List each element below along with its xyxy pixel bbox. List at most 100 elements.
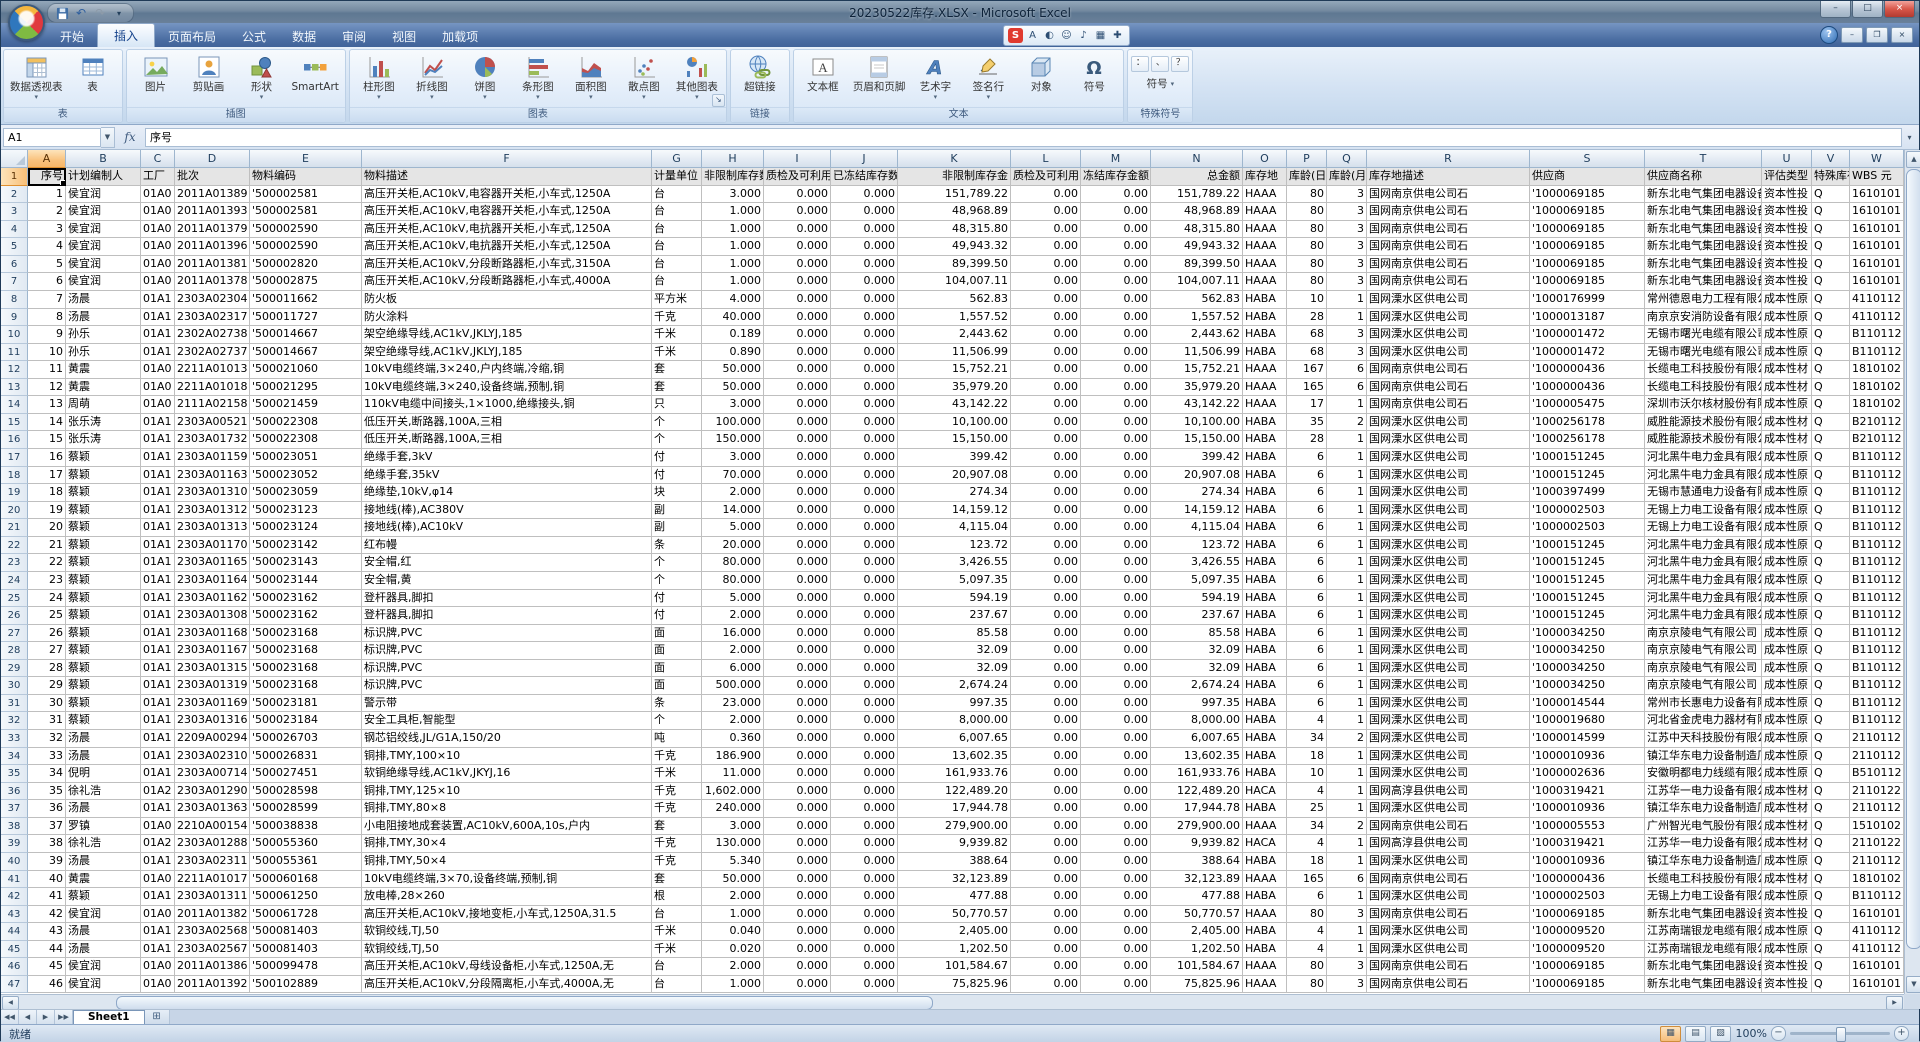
cell-N41[interactable]: 32,123.89 [1151, 871, 1243, 889]
cell-V24[interactable]: Q [1812, 572, 1850, 590]
cell-L18[interactable]: 0.00 [1011, 467, 1081, 485]
cell-L43[interactable]: 0.00 [1011, 906, 1081, 924]
cell-J4[interactable]: 0.000 [831, 221, 898, 239]
row-header-26[interactable]: 26 [1, 607, 28, 625]
horizontal-scrollbar-thumb[interactable] [116, 996, 933, 1010]
cell-G33[interactable]: 吨 [652, 730, 702, 748]
cell-D36[interactable]: 2303A01290 [175, 783, 250, 801]
cell-R37[interactable]: 国网溧水区供电公司 [1367, 800, 1530, 818]
cell-C43[interactable]: 01A0 [141, 906, 175, 924]
cell-T43[interactable]: 新东北电气集团电器设备 [1645, 906, 1762, 924]
cell-F30[interactable]: 标识牌,PVC [362, 677, 652, 695]
row-header-22[interactable]: 22 [1, 537, 28, 555]
cell-C19[interactable]: 01A1 [141, 484, 175, 502]
cell-J2[interactable]: 0.000 [831, 186, 898, 204]
row-header-25[interactable]: 25 [1, 590, 28, 608]
cell-Q14[interactable]: 1 [1327, 396, 1367, 414]
cell-A38[interactable]: 37 [28, 818, 66, 836]
cell-U29[interactable]: 成本性原 [1762, 660, 1812, 678]
cell-M36[interactable]: 0.00 [1081, 783, 1151, 801]
cell-T46[interactable]: 新东北电气集团电器设备 [1645, 958, 1762, 976]
cell-K6[interactable]: 89,399.50 [898, 256, 1011, 274]
cell-E6[interactable]: '500002820 [250, 256, 362, 274]
cell-K16[interactable]: 15,150.00 [898, 431, 1011, 449]
cell-F10[interactable]: 架空绝缘导线,AC1kV,JKLYJ,185 [362, 326, 652, 344]
cell-T17[interactable]: 河北黑牛电力金具有限公司 [1645, 449, 1762, 467]
cell-V45[interactable]: Q [1812, 941, 1850, 959]
cell-Q38[interactable]: 2 [1327, 818, 1367, 836]
cell-U20[interactable]: 成本性原 [1762, 502, 1812, 520]
row-header-43[interactable]: 43 [1, 906, 28, 924]
cell-B29[interactable]: 蔡颖 [66, 660, 141, 678]
cell-E22[interactable]: '500023142 [250, 537, 362, 555]
cell-W21[interactable]: B110112 [1850, 519, 1904, 537]
cell-J8[interactable]: 0.000 [831, 291, 898, 309]
cell-F43[interactable]: 高压开关柜,AC10kV,接地变柜,小车式,1250A,31.5 [362, 906, 652, 924]
cell-L9[interactable]: 0.00 [1011, 309, 1081, 327]
cell-B23[interactable]: 蔡颖 [66, 554, 141, 572]
cell-G4[interactable]: 台 [652, 221, 702, 239]
cell-E27[interactable]: '500023168 [250, 625, 362, 643]
cell-S44[interactable]: '1000009520 [1530, 923, 1645, 941]
cell-O6[interactable]: HAAA [1243, 256, 1287, 274]
cell-V37[interactable]: Q [1812, 800, 1850, 818]
cell-O22[interactable]: HABA [1243, 537, 1287, 555]
cell-T8[interactable]: 常州德恩电力工程有限公司 [1645, 291, 1762, 309]
cell-H30[interactable]: 500.000 [702, 677, 764, 695]
cell-R14[interactable]: 国网南京供电公司石 [1367, 396, 1530, 414]
cell-Q2[interactable]: 3 [1327, 186, 1367, 204]
cell-A11[interactable]: 10 [28, 344, 66, 362]
cell-Q46[interactable]: 3 [1327, 958, 1367, 976]
cell-R2[interactable]: 国网南京供电公司石 [1367, 186, 1530, 204]
cell-B40[interactable]: 汤晨 [66, 853, 141, 871]
cell-C10[interactable]: 01A1 [141, 326, 175, 344]
cell-V18[interactable]: Q [1812, 467, 1850, 485]
cell-W16[interactable]: B210112 [1850, 431, 1904, 449]
cell-W29[interactable]: B110112 [1850, 660, 1904, 678]
cell-V2[interactable]: Q [1812, 186, 1850, 204]
cell-D41[interactable]: 2211A01017 [175, 871, 250, 889]
cell-F3[interactable]: 高压开关柜,AC10kV,电容器开关柜,小车式,1250A [362, 203, 652, 221]
cell-L6[interactable]: 0.00 [1011, 256, 1081, 274]
cell-M33[interactable]: 0.00 [1081, 730, 1151, 748]
cell-O13[interactable]: HAAA [1243, 379, 1287, 397]
cell-R17[interactable]: 国网溧水区供电公司 [1367, 449, 1530, 467]
cell-T14[interactable]: 深圳市沃尔核材股份有限公司 [1645, 396, 1762, 414]
ime-emoji-icon[interactable]: ☺ [1059, 28, 1074, 43]
cell-R42[interactable]: 国网溧水区供电公司 [1367, 888, 1530, 906]
cell-L10[interactable]: 0.00 [1011, 326, 1081, 344]
cell-M31[interactable]: 0.00 [1081, 695, 1151, 713]
cell-P42[interactable]: 6 [1287, 888, 1327, 906]
cell-B42[interactable]: 蔡颖 [66, 888, 141, 906]
cell-A45[interactable]: 44 [28, 941, 66, 959]
cell-R39[interactable]: 国网高淳县供电公司 [1367, 835, 1530, 853]
cell-O14[interactable]: HAAA [1243, 396, 1287, 414]
cell-F37[interactable]: 铜排,TMY,80×8 [362, 800, 652, 818]
cell-T12[interactable]: 长缆电工科技股份有限公司 [1645, 361, 1762, 379]
cell-C40[interactable]: 01A1 [141, 853, 175, 871]
cell-F2[interactable]: 高压开关柜,AC10kV,电容器开关柜,小车式,1250A [362, 186, 652, 204]
cell-L14[interactable]: 0.00 [1011, 396, 1081, 414]
row-header-4[interactable]: 4 [1, 221, 28, 239]
cell-F11[interactable]: 架空绝缘导线,AC1kV,JKLYJ,185 [362, 344, 652, 362]
cell-G28[interactable]: 面 [652, 642, 702, 660]
cell-K28[interactable]: 32.09 [898, 642, 1011, 660]
tab-addins[interactable]: 加载项 [429, 25, 491, 47]
cell-S6[interactable]: '1000069185 [1530, 256, 1645, 274]
cell-T47[interactable]: 新东北电气集团电器设备 [1645, 976, 1762, 994]
cell-M39[interactable]: 0.00 [1081, 835, 1151, 853]
cell-M15[interactable]: 0.00 [1081, 414, 1151, 432]
cell-Q25[interactable]: 1 [1327, 590, 1367, 608]
cell-N8[interactable]: 562.83 [1151, 291, 1243, 309]
cell-T4[interactable]: 新东北电气集团电器设备 [1645, 221, 1762, 239]
cell-O7[interactable]: HAAA [1243, 273, 1287, 291]
cell-P2[interactable]: 80 [1287, 186, 1327, 204]
cell-L35[interactable]: 0.00 [1011, 765, 1081, 783]
cell-C25[interactable]: 01A1 [141, 590, 175, 608]
cell-B10[interactable]: 孙乐 [66, 326, 141, 344]
sheet-tab-sheet1[interactable]: Sheet1 [73, 1010, 145, 1024]
cell-L27[interactable]: 0.00 [1011, 625, 1081, 643]
cell-W22[interactable]: B110112 [1850, 537, 1904, 555]
cell-O17[interactable]: HABA [1243, 449, 1287, 467]
cell-L21[interactable]: 0.00 [1011, 519, 1081, 537]
